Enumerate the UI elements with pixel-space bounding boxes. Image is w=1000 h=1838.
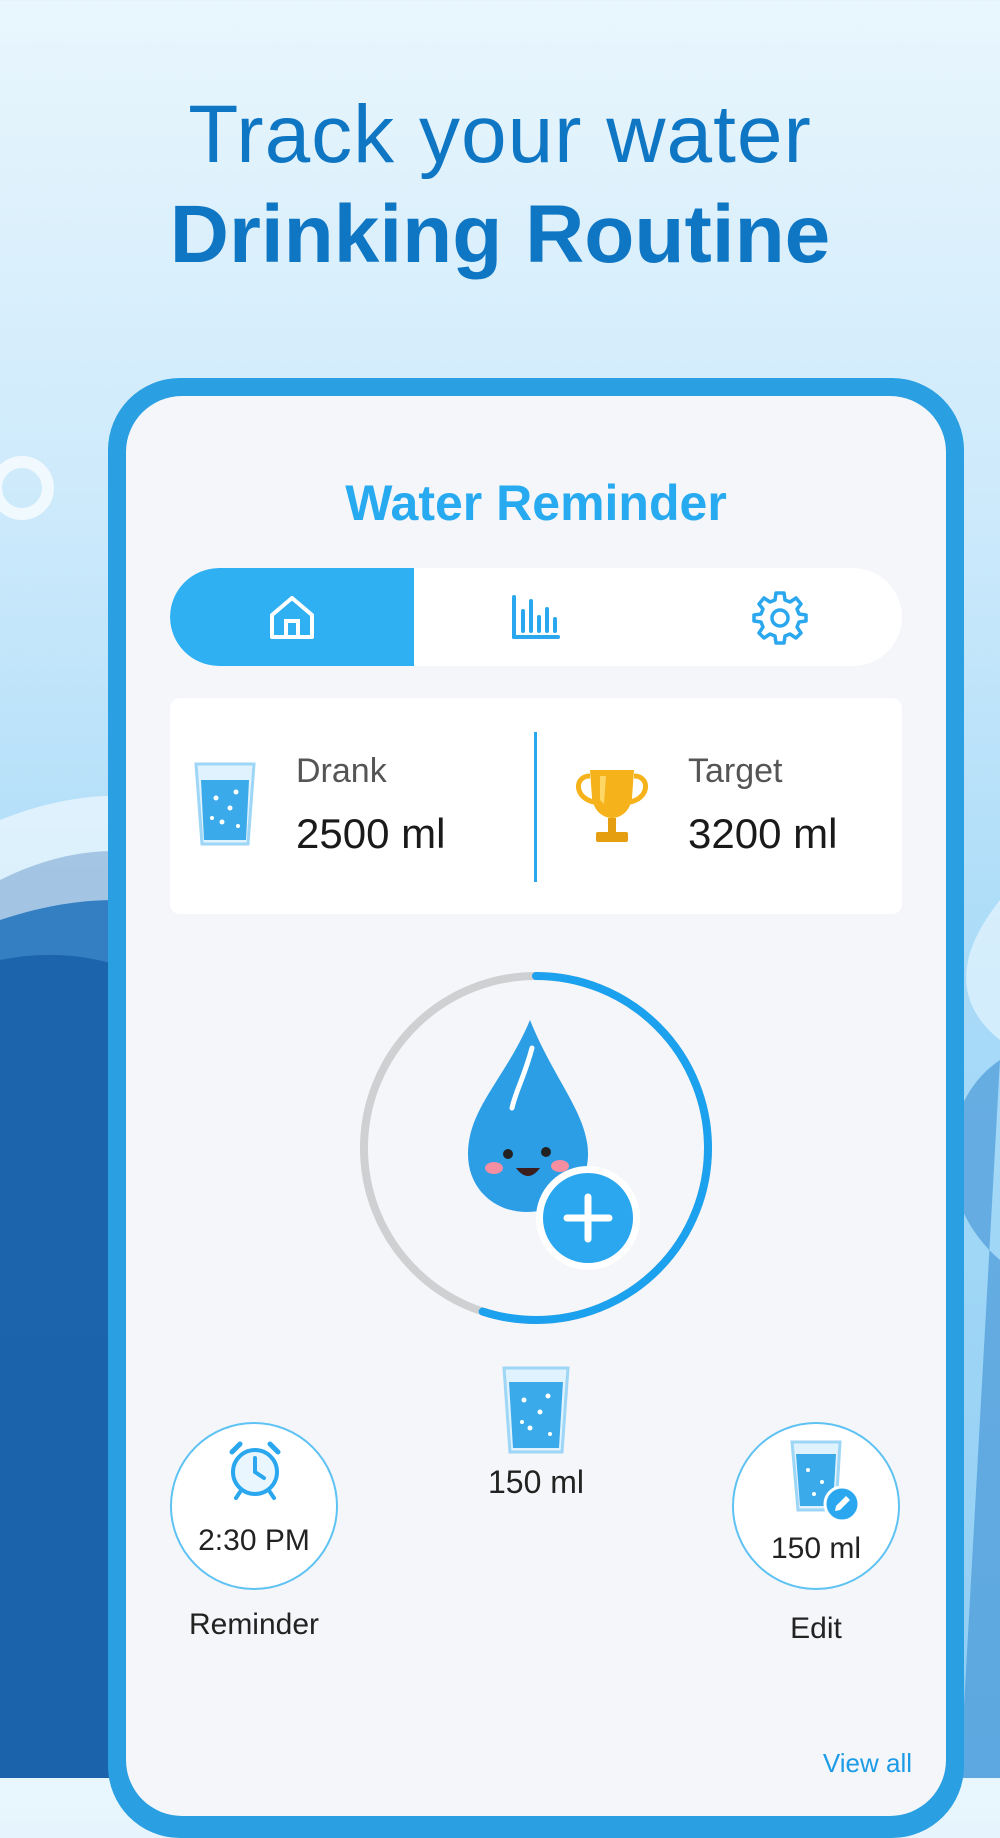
app-title: Water Reminder xyxy=(345,475,727,531)
edit-cup-button[interactable]: 150 ml xyxy=(732,1422,900,1590)
app-screen: Water Reminder Drank 2500 ml Target 3200… xyxy=(126,396,946,1816)
target-label: Target xyxy=(688,752,783,790)
reminder-button[interactable]: 2:30 PM xyxy=(170,1422,338,1590)
cup-size-glass-icon[interactable] xyxy=(500,1364,572,1456)
reminder-label: Reminder xyxy=(188,1608,320,1641)
tab-statistics[interactable] xyxy=(414,568,658,666)
water-glass-icon xyxy=(194,762,256,846)
trophy-icon xyxy=(576,770,648,842)
tab-bar xyxy=(170,568,902,666)
cup-size-label: 150 ml xyxy=(487,1464,585,1500)
summary-divider xyxy=(534,732,537,882)
intake-summary-card: Drank 2500 ml Target 3200 ml xyxy=(170,698,902,914)
target-value: 3200 ml xyxy=(688,810,838,857)
alarm-clock-icon xyxy=(229,1441,281,1500)
plus-icon xyxy=(563,1193,613,1243)
add-drink-button[interactable] xyxy=(536,1166,640,1270)
gear-icon xyxy=(752,591,808,645)
tab-settings[interactable] xyxy=(658,568,902,666)
tab-home[interactable] xyxy=(170,568,414,666)
reminder-time: 2:30 PM xyxy=(198,1524,310,1557)
edit-cup-amount: 150 ml xyxy=(770,1532,862,1565)
view-all-link[interactable]: View all xyxy=(823,1748,912,1779)
glass-edit-icon xyxy=(790,1440,861,1523)
drank-value: 2500 ml xyxy=(296,810,446,857)
progress-ring xyxy=(360,972,712,1324)
drank-label: Drank xyxy=(296,752,387,790)
bar-chart-icon xyxy=(512,595,560,639)
home-icon xyxy=(270,596,314,639)
promo-headline-line2: Drinking Routine xyxy=(169,189,831,280)
edit-label: Edit xyxy=(790,1612,842,1645)
promo-headline-line1: Track your water xyxy=(188,89,812,180)
